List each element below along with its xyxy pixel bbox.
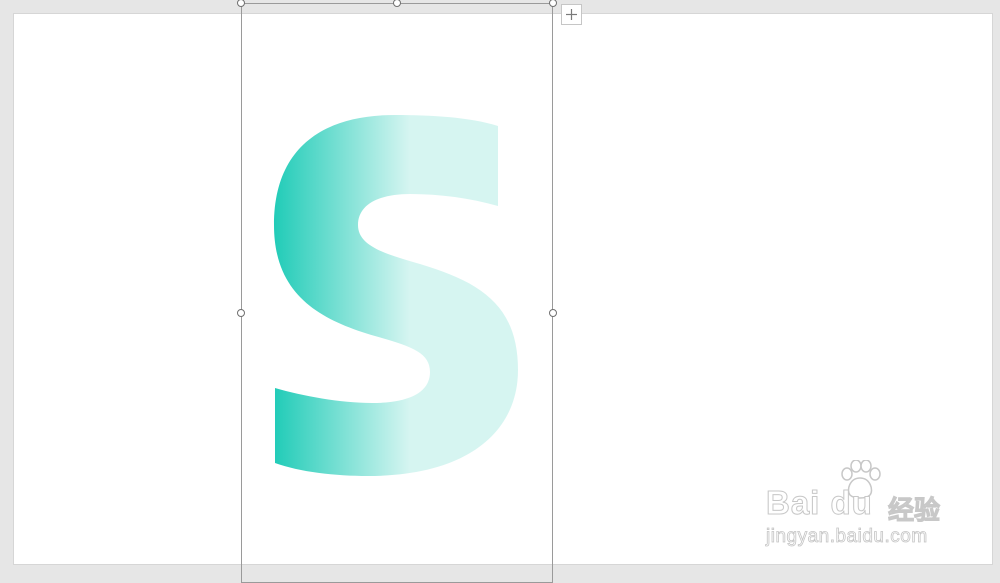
editor-workspace: Bai du 经验 jingyan.baidu.com [0, 0, 1000, 583]
watermark-brand: Bai du [766, 484, 873, 522]
resize-handle-middle-left[interactable] [237, 309, 245, 317]
watermark-url: jingyan.baidu.com [766, 526, 928, 548]
watermark-brand-cn: 经验 [887, 496, 941, 527]
layout-options-button[interactable] [561, 4, 582, 25]
resize-handle-middle-right[interactable] [549, 309, 557, 317]
selection-frame [241, 3, 553, 583]
baidu-watermark: Bai du 经验 jingyan.baidu.com [760, 458, 960, 558]
plus-icon [566, 9, 577, 20]
